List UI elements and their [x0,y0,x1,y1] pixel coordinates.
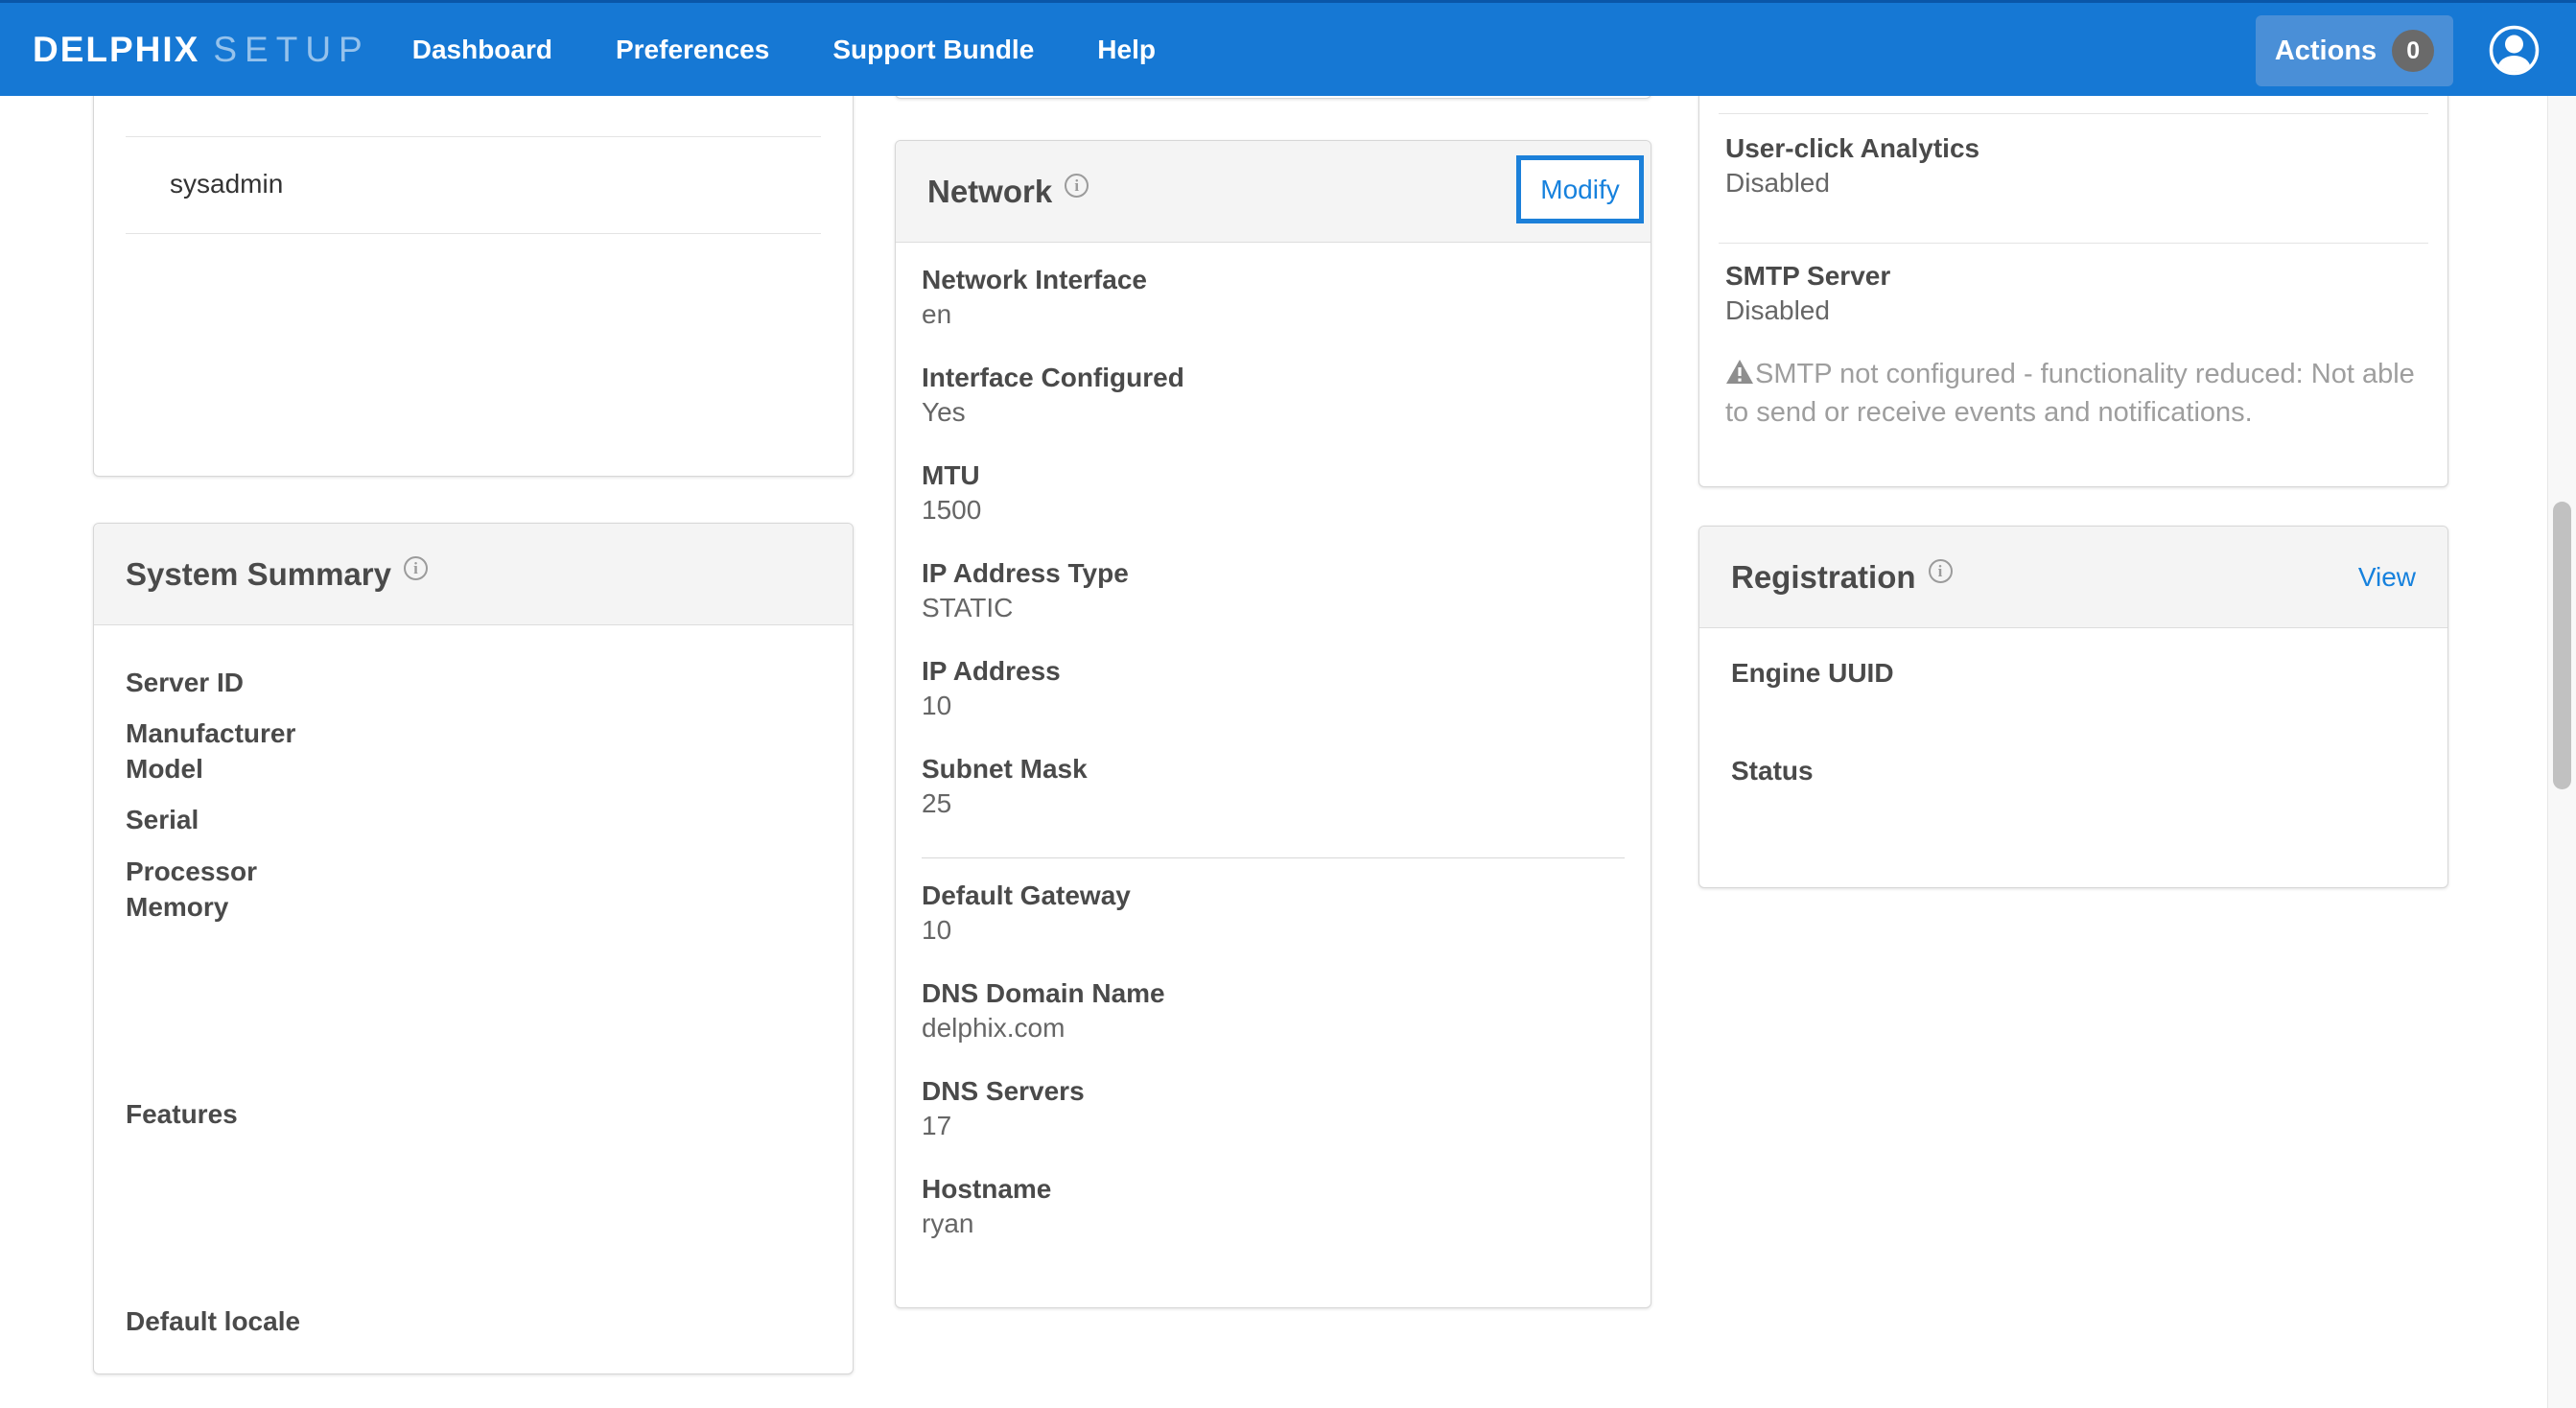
actions-button[interactable]: Actions 0 [2256,15,2453,86]
network-field: Default Gateway 10 [922,879,1131,948]
summary-label-default-locale: Default locale [126,1304,300,1339]
registration-header: Registration i View [1699,527,2447,628]
user-avatar-icon [2489,64,2540,79]
field-value: STATIC [922,591,1129,625]
network-panel: Network i Modify Network Interface en In… [895,140,1651,1308]
smtp-field: SMTP Server Disabled [1725,259,1890,328]
analytics-field: User-click Analytics Disabled [1725,131,1979,200]
field-value: 10 [922,913,1131,948]
warning-message-text: SMTP not configured - functionality redu… [1725,359,2415,428]
network-field: DNS Domain Name delphix.com [922,976,1165,1045]
registration-title: Registration [1731,559,1916,596]
divider [1719,243,2428,244]
notifications-panel: User-click Analytics Disabled SMTP Serve… [1698,35,2448,487]
user-menu-button[interactable] [2489,25,2540,76]
network-field: Network Interface en [922,263,1147,332]
network-header: Network i Modify [896,141,1651,243]
field-label: User-click Analytics [1725,131,1979,166]
summary-label-memory: Memory [126,890,228,925]
network-field: DNS Servers 17 [922,1074,1085,1143]
divider [126,233,821,234]
network-field: Hostname ryan [922,1172,1051,1241]
smtp-warning-message: SMTP not configured - functionality redu… [1725,357,2421,431]
network-field: IP Address Type STATIC [922,556,1129,625]
summary-label-processor: Processor [126,855,257,889]
delphix-setup-logo: DELPHIX SETUP [33,30,370,70]
network-field: Subnet Mask 25 [922,752,1088,821]
field-label: IP Address [922,654,1061,689]
page-scrollbar-thumb[interactable] [2553,502,2571,789]
top-nav: DELPHIX SETUP Dashboard Preferences Supp… [0,0,2576,96]
field-label: Default Gateway [922,879,1131,913]
nav-item-preferences[interactable]: Preferences [616,35,769,65]
nav-item-help[interactable]: Help [1097,35,1156,65]
network-field: IP Address 10 [922,654,1061,723]
summary-label-manufacturer: Manufacturer [126,716,295,751]
field-value: 1500 [922,493,981,528]
field-value: Disabled [1725,293,1890,328]
registration-label-status: Status [1731,754,1814,788]
info-icon[interactable]: i [404,556,428,580]
logo-setup: SETUP [213,30,369,70]
actions-count-badge: 0 [2392,30,2434,72]
field-value: en [922,297,1147,332]
summary-label-server-id: Server ID [126,666,244,700]
nav-item-dashboard[interactable]: Dashboard [412,35,552,65]
actions-button-label: Actions [2275,35,2377,67]
system-summary-panel: System Summary i Server ID Manufacturer … [93,523,854,1374]
field-label: Subnet Mask [922,752,1088,786]
account-panel: sysadmin [93,48,854,477]
info-icon[interactable]: i [1929,559,1953,583]
network-field: Interface Configured Yes [922,361,1184,430]
field-value: 25 [922,786,1088,821]
field-label: Interface Configured [922,361,1184,395]
field-label: DNS Servers [922,1074,1085,1109]
field-value: Yes [922,395,1184,430]
system-summary-header: System Summary i [94,524,853,625]
nav-item-support-bundle[interactable]: Support Bundle [832,35,1034,65]
field-label: SMTP Server [1725,259,1890,293]
field-value: ryan [922,1207,1051,1241]
registration-view-link[interactable]: View [2358,562,2416,593]
field-value: delphix.com [922,1011,1165,1045]
page-scrollbar-track[interactable] [2547,96,2576,1408]
nav-links: Dashboard Preferences Support Bundle Hel… [412,35,1156,65]
field-value: Disabled [1725,166,1979,200]
field-label: DNS Domain Name [922,976,1165,1011]
summary-label-model: Model [126,752,203,786]
system-summary-title: System Summary [126,556,391,593]
divider [1719,113,2428,114]
network-field: MTU 1500 [922,458,981,528]
network-title: Network [927,174,1052,210]
field-label: MTU [922,458,981,493]
divider [922,857,1625,858]
logo-delphix: DELPHIX [33,30,199,70]
summary-label-features: Features [126,1097,238,1132]
registration-panel: Registration i View Engine UUID Status [1698,526,2448,888]
field-value: 17 [922,1109,1085,1143]
warning-icon [1725,359,1754,395]
registration-label-engine-uuid: Engine UUID [1731,656,1894,691]
field-label: Hostname [922,1172,1051,1207]
field-label: IP Address Type [922,556,1129,591]
network-modify-button[interactable]: Modify [1516,155,1644,223]
field-label: Network Interface [922,263,1147,297]
field-value: 10 [922,689,1061,723]
info-icon[interactable]: i [1065,174,1089,198]
summary-label-serial: Serial [126,803,199,837]
divider [126,136,821,137]
account-username: sysadmin [170,169,283,199]
